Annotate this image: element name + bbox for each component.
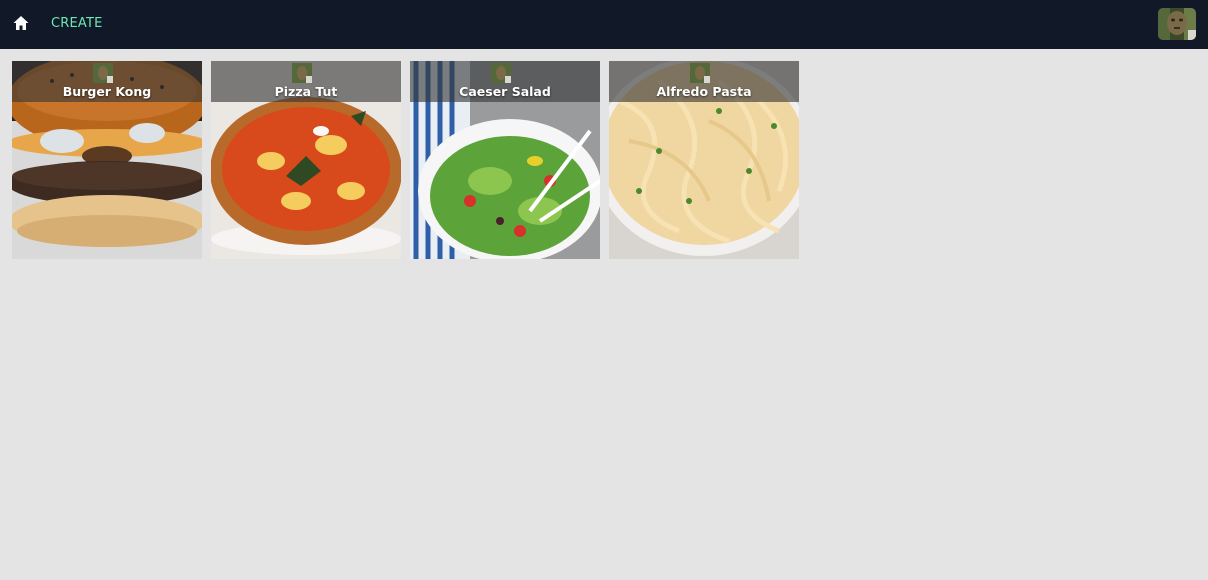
recipe-title: Burger Kong: [62, 84, 152, 99]
create-link[interactable]: CREATE: [51, 16, 103, 31]
recipe-title: Pizza Tut: [274, 84, 338, 99]
recipe-title: Alfredo Pasta: [656, 84, 752, 99]
top-nav-bar: CREATE: [0, 0, 1208, 49]
recipe-card[interactable]: Alfredo Pasta: [609, 61, 799, 259]
recipe-card[interactable]: Burger Kong: [12, 61, 202, 259]
recipe-card[interactable]: Caeser Salad: [410, 61, 600, 259]
home-icon[interactable]: [10, 12, 32, 34]
author-avatar: [491, 63, 511, 83]
recipe-title: Caeser Salad: [459, 84, 551, 99]
author-avatar: [690, 63, 710, 83]
author-avatar: [292, 63, 312, 83]
user-avatar[interactable]: [1158, 8, 1196, 40]
recipe-card[interactable]: Pizza Tut: [211, 61, 401, 259]
author-avatar: [93, 63, 113, 83]
